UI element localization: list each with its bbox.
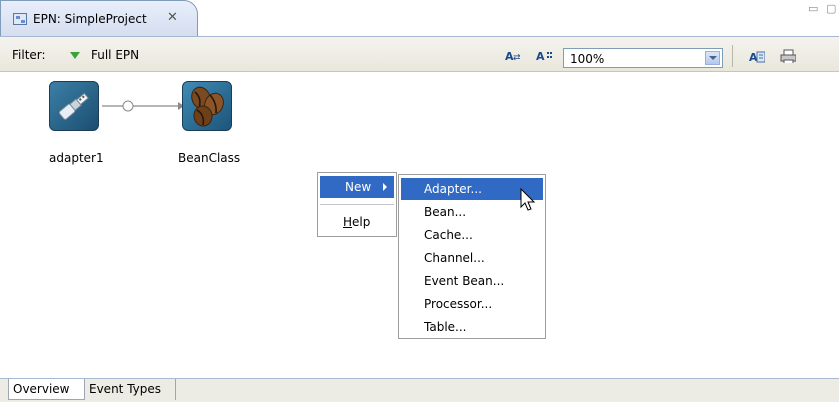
epn-toolbar: Filter: Full EPN A ⇄ A 100% A: [0, 37, 839, 72]
submenu-item-label: Processor...: [424, 297, 493, 311]
bottom-tab-bar: Overview Event Types: [0, 378, 839, 402]
tab-event-types[interactable]: Event Types: [85, 379, 176, 400]
menu-item-help[interactable]: Help: [320, 211, 394, 233]
filter-value[interactable]: Full EPN: [91, 48, 139, 62]
submenu-item-processor[interactable]: Processor...: [401, 293, 543, 315]
connection-line: [102, 100, 184, 112]
submenu-item-label: Bean...: [424, 205, 467, 219]
submenu-arrow-icon: [383, 183, 387, 191]
context-menu: New Help: [317, 172, 397, 237]
node-label-bean: BeanClass: [178, 151, 241, 165]
submenu-item-label: Event Bean...: [424, 274, 505, 288]
editor-tab-strip: EPN: SimpleProject ✕ ▭ ▢: [0, 0, 839, 37]
minimize-icon[interactable]: ▭: [808, 3, 818, 14]
tab-overview[interactable]: Overview: [8, 379, 85, 400]
menu-item-help-label: Help: [343, 215, 371, 229]
submenu-item-label: Channel...: [424, 251, 485, 265]
close-icon[interactable]: ✕: [167, 10, 178, 25]
editor-tab[interactable]: EPN: SimpleProject ✕: [0, 0, 198, 36]
node-label-adapter: adapter1: [49, 151, 104, 165]
zoom-select[interactable]: 100%: [563, 48, 723, 68]
filter-label: Filter:: [12, 48, 46, 62]
svg-text:A: A: [536, 50, 545, 63]
epn-editor-icon: [13, 13, 27, 25]
menu-item-new[interactable]: New: [320, 176, 394, 198]
submenu-item-table[interactable]: Table...: [401, 316, 543, 338]
tab-event-types-label: Event Types: [89, 382, 162, 396]
adapter-icon[interactable]: [49, 81, 99, 131]
chevron-down-icon[interactable]: [705, 51, 720, 65]
maximize-icon[interactable]: ▢: [826, 3, 836, 14]
filter-dropdown-icon[interactable]: [70, 52, 80, 59]
submenu-item-event-bean[interactable]: Event Bean...: [401, 270, 543, 292]
submenu-item-label: Adapter...: [424, 182, 482, 196]
menu-separator: [320, 204, 394, 205]
submenu-item-label: Table...: [424, 320, 467, 334]
editor-tab-title: EPN: SimpleProject: [33, 12, 147, 26]
print-icon[interactable]: [780, 49, 796, 63]
grid-icon[interactable]: A: [536, 49, 552, 63]
submenu-item-channel[interactable]: Channel...: [401, 247, 543, 269]
submenu-item-cache[interactable]: Cache...: [401, 224, 543, 246]
mouse-cursor-icon: [520, 188, 536, 211]
layout-icon[interactable]: A ⇄: [505, 49, 521, 63]
export-icon[interactable]: A: [749, 49, 765, 63]
tab-overview-label: Overview: [13, 382, 70, 396]
zoom-value: 100%: [570, 52, 605, 66]
menu-item-new-label: New: [345, 180, 372, 194]
bean-icon[interactable]: [182, 81, 232, 131]
toolbar-separator: [732, 45, 733, 67]
svg-text:⇄: ⇄: [513, 53, 521, 63]
submenu-item-label: Cache...: [424, 228, 473, 242]
